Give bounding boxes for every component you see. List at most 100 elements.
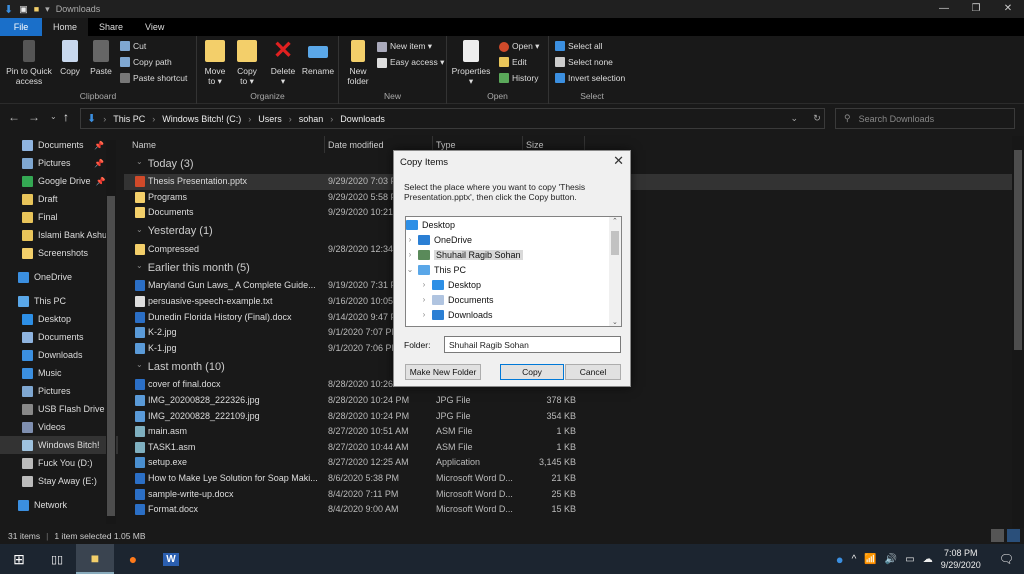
volume-icon[interactable]: 🔊 bbox=[885, 554, 897, 565]
breadcrumb-users[interactable]: Users bbox=[258, 114, 282, 124]
tree-node[interactable]: › Shuhail Ragib Sohan bbox=[406, 247, 621, 262]
column-type[interactable]: Type bbox=[436, 140, 456, 150]
details-view-button[interactable] bbox=[991, 529, 1004, 542]
start-button[interactable]: ⊞ bbox=[0, 544, 38, 574]
column-name[interactable]: Name bbox=[132, 140, 156, 150]
invert-selection-button[interactable]: Invert selection bbox=[555, 73, 625, 83]
address-dropdown-icon[interactable]: ⌄ bbox=[790, 113, 798, 124]
select-all-button[interactable]: Select all bbox=[555, 41, 603, 51]
help-icon[interactable]: ● bbox=[836, 552, 844, 567]
file-list-scroll-thumb[interactable] bbox=[1014, 150, 1022, 350]
recent-locations-button[interactable]: ⌄ bbox=[50, 112, 57, 121]
sidebar-item[interactable]: Islami Bank Ashuli bbox=[0, 226, 118, 244]
copy-button[interactable]: Copy bbox=[58, 40, 82, 76]
sidebar-item[interactable]: Screenshots bbox=[0, 244, 118, 262]
address-bar[interactable]: ⬇ › This PC › Windows Bitch! (C:) › Users ›… bbox=[80, 108, 825, 129]
tab-home[interactable]: Home bbox=[42, 18, 89, 36]
clock[interactable]: 7:08 PM 9/29/2020 bbox=[941, 547, 981, 571]
sidebar-item[interactable]: OneDrive bbox=[0, 268, 118, 286]
show-hidden-icons-button[interactable]: ^ bbox=[852, 554, 857, 565]
sidebar-item[interactable]: Pictures bbox=[0, 382, 118, 400]
sidebar-item[interactable]: Videos bbox=[0, 418, 118, 436]
sidebar-item[interactable]: Network bbox=[0, 496, 118, 514]
pin-to-quick-access-button[interactable]: Pin to Quick access bbox=[4, 40, 54, 86]
new-item-button[interactable]: New item ▾ bbox=[377, 41, 432, 52]
sidebar-item[interactable]: Draft bbox=[0, 190, 118, 208]
move-to-button[interactable]: Move to ▾ bbox=[203, 40, 227, 86]
tab-view[interactable]: View bbox=[134, 18, 175, 36]
sidebar-item[interactable]: Pictures 📌 bbox=[0, 154, 118, 172]
tree-node[interactable]: › Downloads bbox=[406, 307, 621, 322]
sidebar-scroll-thumb[interactable] bbox=[107, 196, 115, 516]
up-button[interactable]: ↑ bbox=[63, 110, 69, 124]
new-folder-button[interactable]: New folder bbox=[345, 40, 371, 86]
column-size[interactable]: Size bbox=[526, 140, 544, 150]
sidebar-item[interactable]: Stay Away (E:) bbox=[0, 472, 118, 490]
file-explorer-taskbar-button[interactable]: ■ bbox=[76, 544, 114, 574]
edit-button[interactable]: Edit bbox=[499, 57, 527, 67]
dialog-close-button[interactable]: ✕ bbox=[613, 153, 624, 169]
expand-arrow-icon[interactable]: › bbox=[420, 295, 428, 304]
column-date-modified[interactable]: Date modified bbox=[328, 140, 384, 150]
task-view-button[interactable]: ▯▯ bbox=[38, 544, 76, 574]
file-row[interactable]: sample-write-up.docx 8/4/2020 7:11 PM Micr… bbox=[124, 487, 1012, 503]
rename-button[interactable]: Rename bbox=[301, 40, 335, 76]
file-row[interactable]: IMG_20200828_222326.jpg 8/28/2020 10:24 P… bbox=[124, 393, 1012, 409]
firefox-taskbar-button[interactable]: ● bbox=[114, 544, 152, 574]
scroll-up-icon[interactable]: ⌃ bbox=[612, 217, 618, 225]
back-button[interactable]: ← bbox=[8, 110, 20, 124]
copy-path-button[interactable]: Copy path bbox=[120, 57, 172, 67]
customize-quick-access-icon[interactable]: ▾ bbox=[45, 4, 50, 15]
file-row[interactable]: Format.docx 8/4/2020 9:00 AM Microsoft Wor… bbox=[124, 502, 1012, 518]
search-input[interactable]: Search Downloads bbox=[859, 114, 935, 124]
cut-button[interactable]: Cut bbox=[120, 41, 146, 51]
select-none-button[interactable]: Select none bbox=[555, 57, 613, 67]
file-row[interactable]: setup.exe 8/27/2020 12:25 AM Application 3,… bbox=[124, 455, 1012, 471]
tree-node[interactable]: Desktop bbox=[406, 217, 621, 232]
folder-input[interactable]: Shuhail Ragib Sohan bbox=[444, 336, 621, 353]
copy-to-button[interactable]: Copy to ▾ bbox=[234, 40, 260, 86]
breadcrumb-c-drive[interactable]: Windows Bitch! (C:) bbox=[162, 114, 241, 124]
expand-arrow-icon[interactable]: › bbox=[420, 280, 428, 289]
scroll-down-icon[interactable]: ⌄ bbox=[612, 318, 618, 326]
file-row[interactable]: TASK1.asm 8/27/2020 10:44 AM ASM File 1 KB bbox=[124, 440, 1012, 456]
search-box[interactable]: ⚲ Search Downloads bbox=[835, 108, 1015, 129]
folder-quick-icon[interactable]: ■ bbox=[34, 4, 39, 14]
folder-tree[interactable]: Desktop › OneDrive › Shuhail Ragib Sohan ⌄ Thi… bbox=[405, 216, 622, 327]
notifications-icon[interactable]: 🗨 bbox=[999, 552, 1014, 566]
sidebar-item[interactable]: Music bbox=[0, 364, 118, 382]
tree-node[interactable]: › Documents bbox=[406, 292, 621, 307]
word-taskbar-button[interactable]: W bbox=[152, 544, 190, 574]
open-button[interactable]: Open ▾ bbox=[499, 41, 539, 52]
minimize-button[interactable]: — bbox=[928, 0, 960, 18]
tree-scroll-thumb[interactable] bbox=[611, 231, 619, 255]
tab-share[interactable]: Share bbox=[88, 18, 134, 36]
expand-arrow-icon[interactable]: › bbox=[406, 235, 414, 244]
history-button[interactable]: History bbox=[499, 73, 538, 83]
expand-arrow-icon[interactable]: ⌄ bbox=[406, 265, 414, 274]
tree-node[interactable]: ⌄ This PC bbox=[406, 262, 621, 277]
tree-scrollbar[interactable]: ⌃ ⌄ bbox=[609, 217, 621, 326]
sidebar-item[interactable]: Final bbox=[0, 208, 118, 226]
cloud-icon[interactable]: ☁ bbox=[923, 554, 933, 565]
paste-button[interactable]: Paste bbox=[88, 40, 114, 76]
sidebar-item[interactable]: Windows Bitch! bbox=[0, 436, 118, 454]
sidebar-item[interactable]: Downloads bbox=[0, 346, 118, 364]
easy-access-button[interactable]: Easy access ▾ bbox=[377, 57, 444, 68]
sidebar-item[interactable]: This PC bbox=[0, 292, 118, 310]
tree-node[interactable]: › Desktop bbox=[406, 277, 621, 292]
expand-arrow-icon[interactable]: › bbox=[420, 310, 428, 319]
forward-button[interactable]: → bbox=[28, 110, 40, 124]
paste-shortcut-button[interactable]: Paste shortcut bbox=[120, 73, 187, 83]
sidebar-item[interactable]: Documents bbox=[0, 328, 118, 346]
maximize-button[interactable]: ❐ bbox=[960, 0, 992, 18]
cancel-button[interactable]: Cancel bbox=[565, 364, 621, 380]
breadcrumb-this-pc[interactable]: This PC bbox=[113, 114, 145, 124]
close-button[interactable]: ✕ bbox=[992, 0, 1024, 18]
file-row[interactable]: IMG_20200828_222109.jpg 8/28/2020 10:24 P… bbox=[124, 409, 1012, 425]
breadcrumb-downloads[interactable]: Downloads bbox=[340, 114, 385, 124]
tab-file[interactable]: File bbox=[0, 18, 42, 36]
breadcrumb-sohan[interactable]: sohan bbox=[299, 114, 324, 124]
properties-button[interactable]: Properties ▾ bbox=[451, 40, 491, 86]
expand-arrow-icon[interactable]: › bbox=[406, 250, 414, 259]
